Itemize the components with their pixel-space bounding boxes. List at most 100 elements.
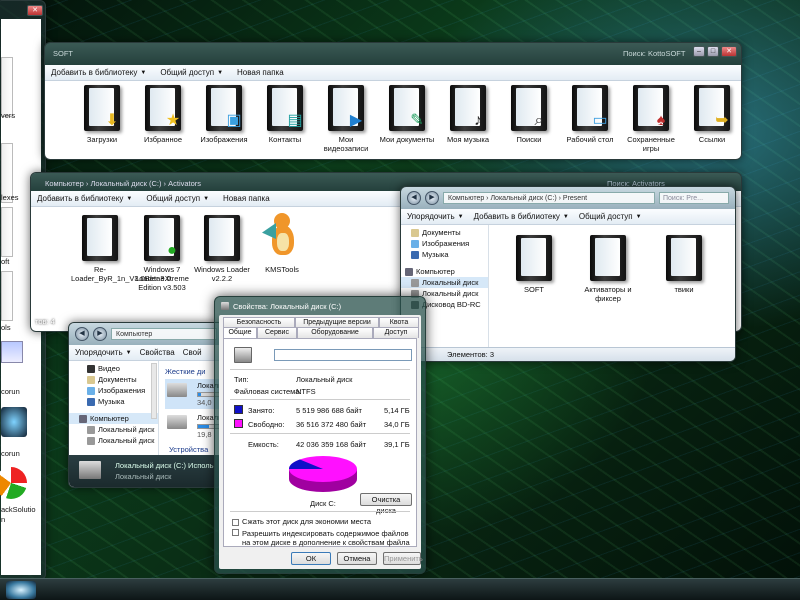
- left-folder-1[interactable]: [1, 57, 13, 117]
- libraries-search-field[interactable]: Поиск: KottoSOFT: [623, 49, 685, 58]
- minimize-icon[interactable]: –: [693, 46, 705, 57]
- properties-button[interactable]: Свойства: [140, 348, 175, 357]
- left-label-8: n: [1, 515, 6, 524]
- present-address[interactable]: Компьютер › Локальный диск (C:) › Presen…: [443, 192, 655, 204]
- present-status-bar: Элементов: 3: [401, 347, 735, 361]
- library-folder-2[interactable]: ▣ Изображения: [195, 85, 253, 144]
- organize-button[interactable]: Упорядочить ▼: [407, 212, 464, 221]
- compress-checkbox[interactable]: Сжать этот диск для экономии места: [232, 517, 371, 526]
- used-label: Занято:: [248, 406, 275, 415]
- back-icon[interactable]: ◀: [407, 191, 421, 205]
- libraries-toolbar: Добавить в библиотеку ▼ Общий доступ ▼ Нов…: [45, 65, 741, 81]
- windows-loader-folder[interactable]: Windows Loader v2.2.2: [193, 215, 251, 283]
- start-orb-icon[interactable]: [6, 581, 36, 599]
- apply-button[interactable]: Применить: [383, 552, 423, 565]
- video-icon: [87, 364, 95, 373]
- ok-button[interactable]: ОК: [291, 552, 331, 565]
- free-label: Свободно:: [248, 420, 285, 429]
- folder-icon: [82, 215, 118, 261]
- act-add-library-button[interactable]: Добавить в библиотеку ▼: [37, 194, 132, 203]
- index-checkbox[interactable]: Разрешить индексировать содержимое файло…: [232, 529, 416, 547]
- add-library-button[interactable]: Добавить в библиотеку ▼: [474, 212, 569, 221]
- tree-pictures[interactable]: Изображения: [69, 385, 158, 396]
- win7-loader-folder[interactable]: ● Windows 7 Loader eXtreme Edition v3.503: [133, 215, 191, 292]
- library-folder-10[interactable]: ➥ Ссылки: [683, 85, 741, 144]
- activators-fixer-folder[interactable]: Активаторы и фиксер: [579, 235, 637, 303]
- tab-service[interactable]: Сервис: [257, 327, 297, 338]
- share-button[interactable]: Общий доступ ▼: [160, 68, 223, 77]
- pictures-icon: [411, 239, 419, 248]
- tree-documents[interactable]: Документы: [401, 227, 488, 238]
- tweaks-folder[interactable]: твики: [655, 235, 713, 294]
- tree-local-disk-d[interactable]: Локальный диск: [69, 435, 158, 446]
- new-folder-button[interactable]: Новая папка: [237, 68, 284, 77]
- soft-folder[interactable]: SOFT: [505, 235, 563, 294]
- left-label-4: ols: [1, 323, 11, 332]
- tree-computer[interactable]: Компьютер: [69, 413, 158, 424]
- library-folder-7[interactable]: ⌕ Поиски: [500, 85, 558, 144]
- tree-computer[interactable]: Компьютер: [401, 266, 488, 277]
- act-share-button[interactable]: Общий доступ ▼: [146, 194, 209, 203]
- activators-address[interactable]: Компьютер › Локальный диск (C:) › Activa…: [45, 179, 201, 188]
- maximize-icon[interactable]: □: [707, 46, 719, 57]
- disk-c-label: Диск C:: [310, 499, 336, 508]
- fs-value: NTFS: [296, 387, 316, 396]
- documents-icon: [87, 375, 95, 384]
- library-folder-3[interactable]: ▤ Контакты: [256, 85, 314, 144]
- left-folder-3[interactable]: [1, 207, 13, 257]
- left-folder-4[interactable]: [1, 271, 13, 321]
- forward-icon[interactable]: ▶: [93, 327, 107, 341]
- film-icon: ▶: [349, 112, 363, 129]
- tree-music[interactable]: Музыка: [69, 396, 158, 407]
- add-to-library-button[interactable]: Добавить в библиотеку ▼: [51, 68, 146, 77]
- type-label: Тип:: [234, 375, 249, 384]
- tree-pictures[interactable]: Изображения: [401, 238, 488, 249]
- tree-local-disk-c[interactable]: Локальный диск: [69, 424, 158, 435]
- folder-icon: ✎: [389, 85, 425, 131]
- system-props-button[interactable]: Свой: [183, 348, 202, 357]
- tree-video[interactable]: Видео: [69, 363, 158, 374]
- organize-button[interactable]: Упорядочить ▼: [75, 348, 132, 357]
- tab-hardware[interactable]: Оборудование: [297, 327, 373, 338]
- disk-cleanup-button[interactable]: Очистка диска: [360, 493, 412, 515]
- magnifier-icon: ⌕: [534, 112, 544, 129]
- link-arrow-icon: ➥: [715, 112, 729, 129]
- folder-icon: ⬇: [84, 85, 120, 131]
- reloader-folder[interactable]: Re-Loader_ByR_1n_V3.0Beta3.0: [71, 215, 171, 283]
- address-fragment: SOFT: [53, 49, 73, 58]
- hard-disk-icon: [167, 383, 187, 397]
- library-folder-1[interactable]: ★ Избранное: [134, 85, 192, 144]
- present-content: Документы Изображения Музыка Компьютер Л…: [401, 225, 735, 361]
- tab-sharing[interactable]: Доступ: [373, 327, 419, 338]
- share-button[interactable]: Общий доступ ▼: [579, 212, 642, 221]
- library-folder-0[interactable]: ⬇ Загрузки: [73, 85, 131, 144]
- stacksolution-logo-icon[interactable]: [0, 467, 27, 499]
- present-window: ◀ ▶ Компьютер › Локальный диск (C:) › Pr…: [400, 186, 736, 362]
- left-label-1: vers: [1, 111, 16, 120]
- computer-address[interactable]: Компьютер: [111, 328, 217, 340]
- star-icon: ★: [165, 112, 181, 129]
- back-icon[interactable]: ◀: [75, 327, 89, 341]
- cancel-button[interactable]: Отмена: [337, 552, 377, 565]
- present-search[interactable]: Поиск: Pre...: [659, 192, 729, 204]
- library-folder-5[interactable]: ✎ Мои документы: [378, 85, 436, 144]
- libraries-content: ⬇ Загрузки ★ Избранное ▣ Изображения ▤ Контакты…: [45, 81, 741, 159]
- act-new-folder-button[interactable]: Новая папка: [223, 194, 270, 203]
- library-folder-4[interactable]: ▶ Мои видеозаписи: [317, 85, 375, 153]
- tree-documents[interactable]: Документы: [69, 374, 158, 385]
- kmstools-item[interactable]: KMSTools: [253, 211, 311, 274]
- dialog-tabs: Безопасность Предыдущие версии Квота Общ…: [219, 315, 421, 339]
- close-icon[interactable]: ✕: [721, 46, 737, 57]
- library-folder-6[interactable]: ♪ Моя музыка: [439, 85, 497, 144]
- left-close-icon[interactable]: ✕: [27, 5, 43, 16]
- tree-music[interactable]: Музыка: [401, 249, 488, 260]
- present-toolbar: Упорядочить ▼ Добавить в библиотеку ▼ Общи…: [401, 209, 735, 225]
- forward-icon[interactable]: ▶: [425, 191, 439, 205]
- library-folder-9[interactable]: ♠ Сохраненные игры: [622, 85, 680, 153]
- scrollbar[interactable]: [151, 363, 157, 419]
- dragon-app-icon[interactable]: [1, 407, 27, 437]
- tree-local-disk-c[interactable]: Локальный диск: [401, 277, 488, 288]
- window-thumbnail-icon[interactable]: [1, 341, 23, 363]
- library-folder-8[interactable]: ▭ Рабочий стол: [561, 85, 619, 144]
- volume-label-input[interactable]: [274, 349, 412, 361]
